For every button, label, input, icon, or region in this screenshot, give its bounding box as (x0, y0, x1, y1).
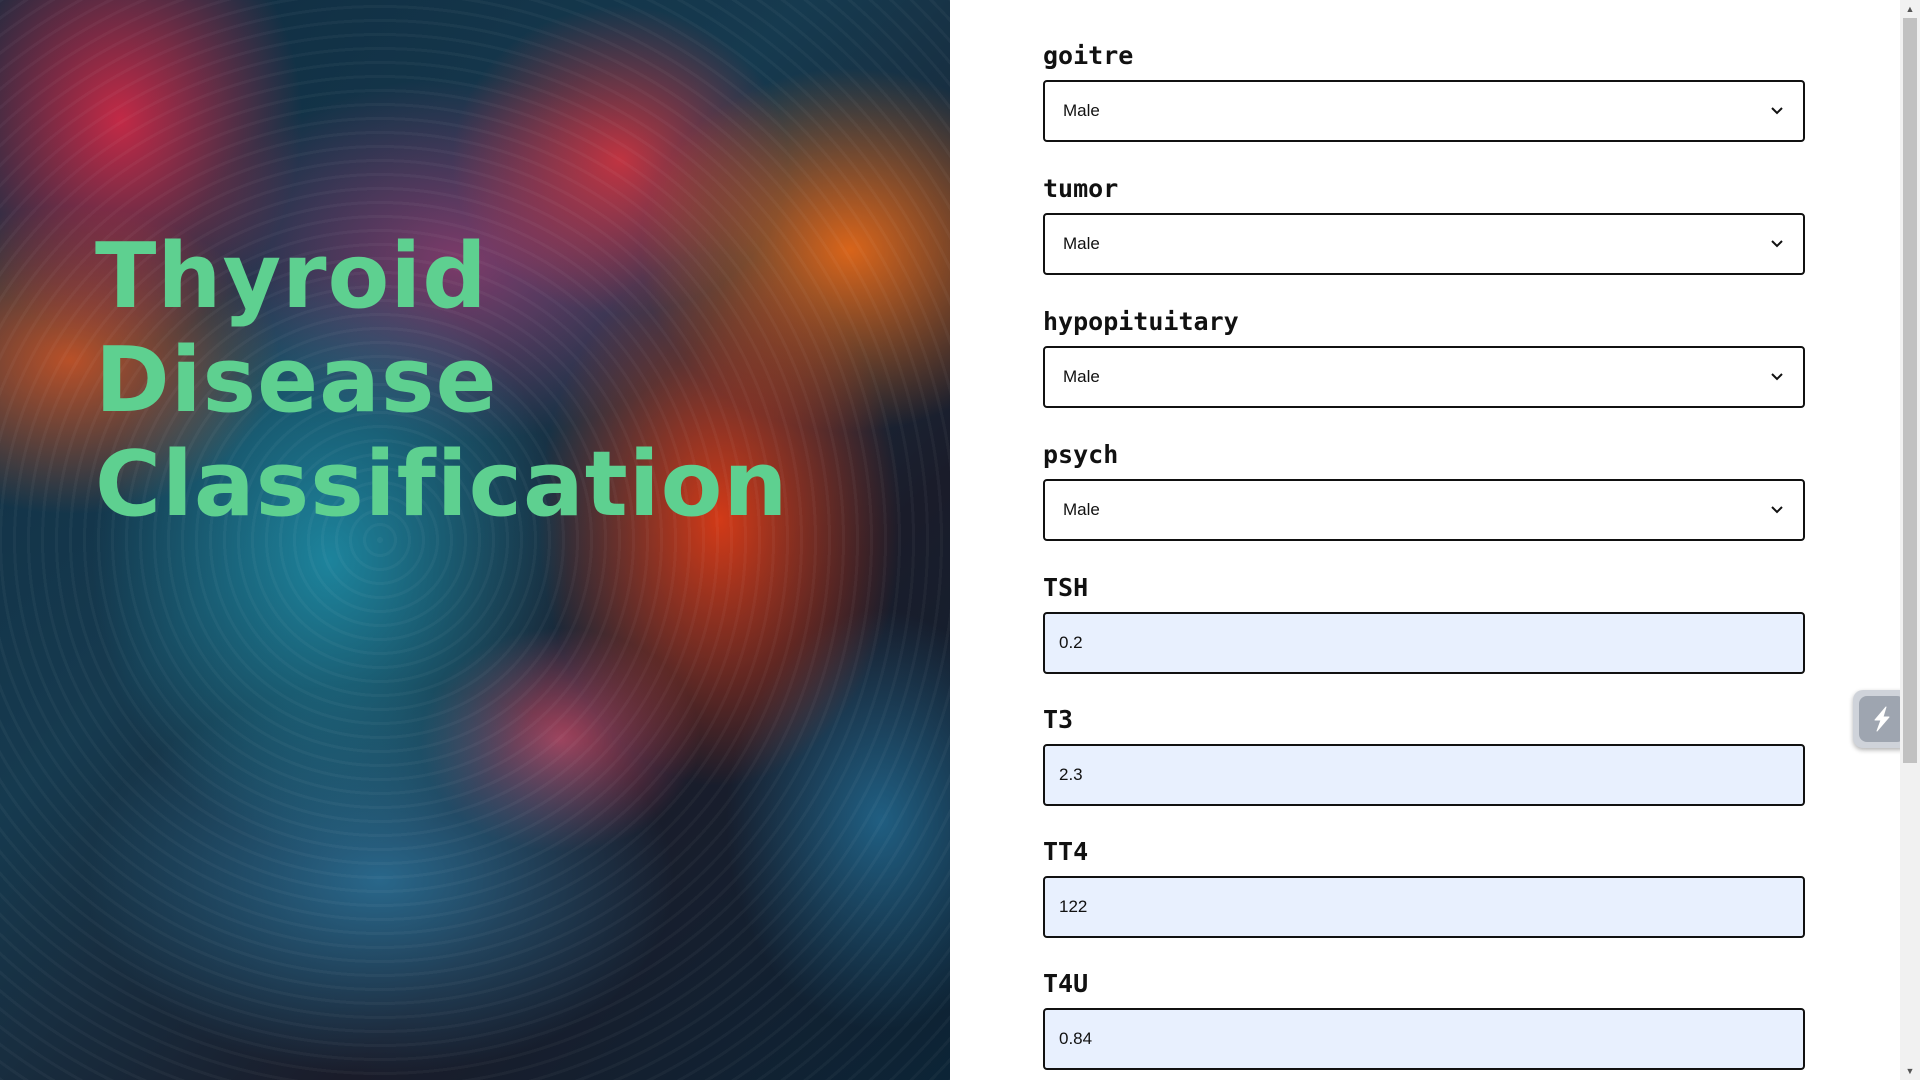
title-line-2: Disease (95, 328, 498, 433)
field-tt4: TT4 122 (1043, 836, 1805, 938)
field-t3: T3 2.3 (1043, 704, 1805, 806)
tt4-label: TT4 (1043, 837, 1089, 866)
tumor-label: tumor (1043, 174, 1119, 203)
tsh-value: 0.2 (1059, 633, 1083, 652)
field-hypopituitary: hypopituitary Male (1043, 306, 1805, 408)
chevron-down-icon (1769, 369, 1785, 385)
psych-label: psych (1043, 440, 1119, 469)
psych-value: Male (1063, 500, 1100, 519)
title-line-1: Thyroid (95, 224, 488, 329)
t4u-input[interactable]: 0.84 (1043, 1008, 1805, 1070)
chevron-down-icon (1769, 103, 1785, 119)
hypopituitary-label: hypopituitary (1043, 307, 1239, 336)
hypopituitary-select[interactable]: Male (1043, 346, 1805, 408)
t4u-value: 0.84 (1059, 1029, 1093, 1048)
psych-select[interactable]: Male (1043, 479, 1805, 541)
field-tumor: tumor Male (1043, 173, 1805, 275)
goitre-select[interactable]: Male (1043, 80, 1805, 142)
goitre-value: Male (1063, 101, 1100, 120)
lightning-icon (1859, 696, 1905, 742)
t3-value: 2.3 (1059, 765, 1083, 784)
field-t4u: T4U 0.84 (1043, 968, 1805, 1070)
field-goitre: goitre Male (1043, 40, 1805, 142)
t3-label: T3 (1043, 705, 1074, 734)
field-tsh: TSH 0.2 (1043, 572, 1805, 674)
tumor-value: Male (1063, 234, 1100, 253)
tsh-label: TSH (1043, 573, 1089, 602)
hypopituitary-value: Male (1063, 367, 1100, 386)
t4u-label: T4U (1043, 969, 1089, 998)
goitre-label: goitre (1043, 41, 1134, 70)
tt4-value: 122 (1059, 897, 1088, 916)
t3-input[interactable]: 2.3 (1043, 744, 1805, 806)
tumor-select[interactable]: Male (1043, 213, 1805, 275)
scrollbar-thumb[interactable] (1903, 18, 1917, 763)
vertical-scrollbar[interactable]: ▲ ▼ (1900, 0, 1920, 1080)
field-psych: psych Male (1043, 439, 1805, 541)
chevron-down-icon (1769, 502, 1785, 518)
tt4-input[interactable]: 122 (1043, 876, 1805, 938)
tsh-input[interactable]: 0.2 (1043, 612, 1805, 674)
chevron-down-icon (1769, 236, 1785, 252)
scroll-up-arrow-icon[interactable]: ▲ (1900, 0, 1920, 18)
page-title: Thyroid Disease Classification (95, 225, 788, 537)
title-line-3: Classification (95, 432, 789, 537)
scroll-down-arrow-icon[interactable]: ▼ (1900, 1062, 1920, 1080)
hero-panel: Thyroid Disease Classification (0, 0, 950, 1080)
